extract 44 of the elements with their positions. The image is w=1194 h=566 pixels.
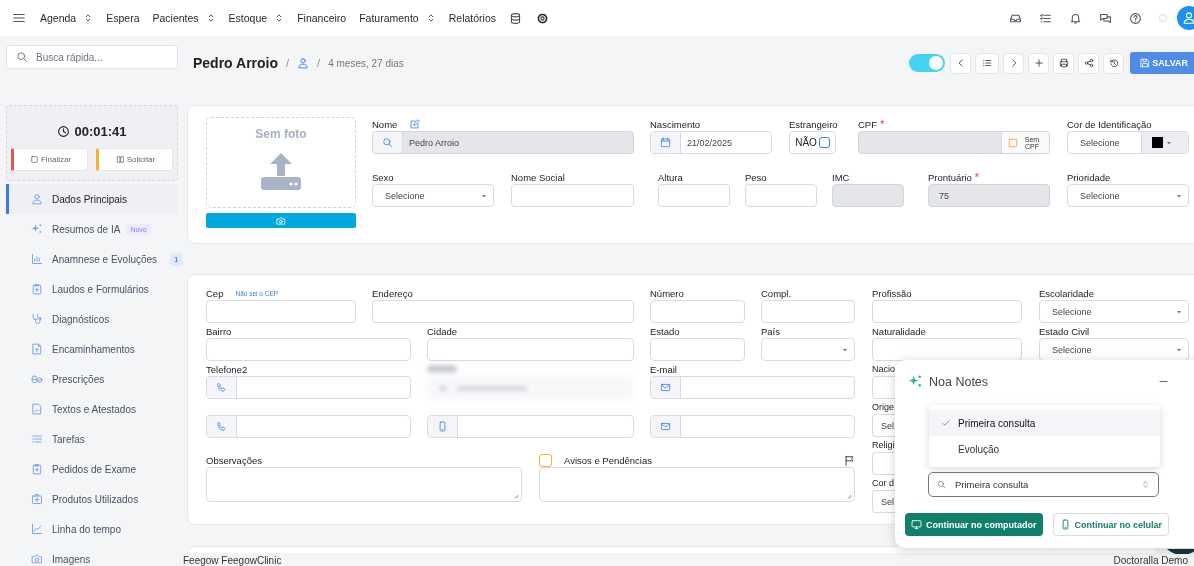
field-label: E-mail	[650, 363, 677, 375]
field-label: Cidade	[427, 325, 458, 337]
footer-text: Feegow FeegowClinic	[183, 555, 282, 566]
field-label: IMC	[832, 171, 850, 183]
field-label: Cor d	[872, 478, 894, 488]
field-label: Sexo	[372, 171, 394, 183]
field-label: Altura	[658, 171, 683, 183]
field-label: Avisos e Pendências	[564, 454, 653, 466]
no-photo-text: Sem foto	[255, 127, 307, 141]
field-label: Observações	[206, 454, 262, 466]
field-label: Prioridade	[1067, 171, 1111, 183]
field-label: País	[761, 325, 780, 337]
panel-title: Noa Notes	[929, 374, 989, 389]
field-label: Nome	[372, 118, 398, 130]
field-label: Número	[650, 287, 684, 299]
breadcrumb-separator: /	[286, 57, 290, 69]
field-label: Cep	[206, 287, 224, 299]
field-label: Estado Civil	[1039, 325, 1090, 337]
required-mark: *	[974, 171, 980, 183]
field-label: Naturalidade	[872, 325, 926, 337]
field-label: Cor de Identificação	[1067, 118, 1152, 130]
field-label: Profissão	[872, 287, 912, 299]
timer-text: 00:01:41	[74, 124, 127, 139]
field-label: Nascimento	[650, 118, 701, 130]
patient-age: 4 meses, 27 dias	[328, 57, 404, 69]
field-label: Compl.	[761, 287, 792, 299]
patient-name: Pedro Arroio	[193, 55, 279, 71]
field-label: Orige	[872, 402, 894, 412]
field-label: Religi	[872, 440, 895, 450]
breadcrumb-separator: /	[317, 57, 321, 69]
field-label: Bairro	[206, 325, 232, 337]
field-label: CPF	[858, 118, 877, 130]
field-label: Endereço	[372, 287, 413, 299]
required-mark: *	[880, 118, 885, 130]
footer-text: Doctoralla Demo	[1113, 555, 1188, 566]
field-label: Nome Social	[511, 171, 565, 183]
field-label: Telefone2	[206, 363, 248, 375]
field-label: Nacio	[872, 364, 895, 374]
field-label: Escolaridade	[1039, 287, 1094, 299]
field-label: Estado	[650, 325, 680, 337]
field-label: Estrangeiro	[789, 118, 838, 130]
count-badge: 1	[170, 252, 183, 266]
field-label: Peso	[745, 171, 767, 183]
field-label: Prontuário	[928, 171, 972, 183]
